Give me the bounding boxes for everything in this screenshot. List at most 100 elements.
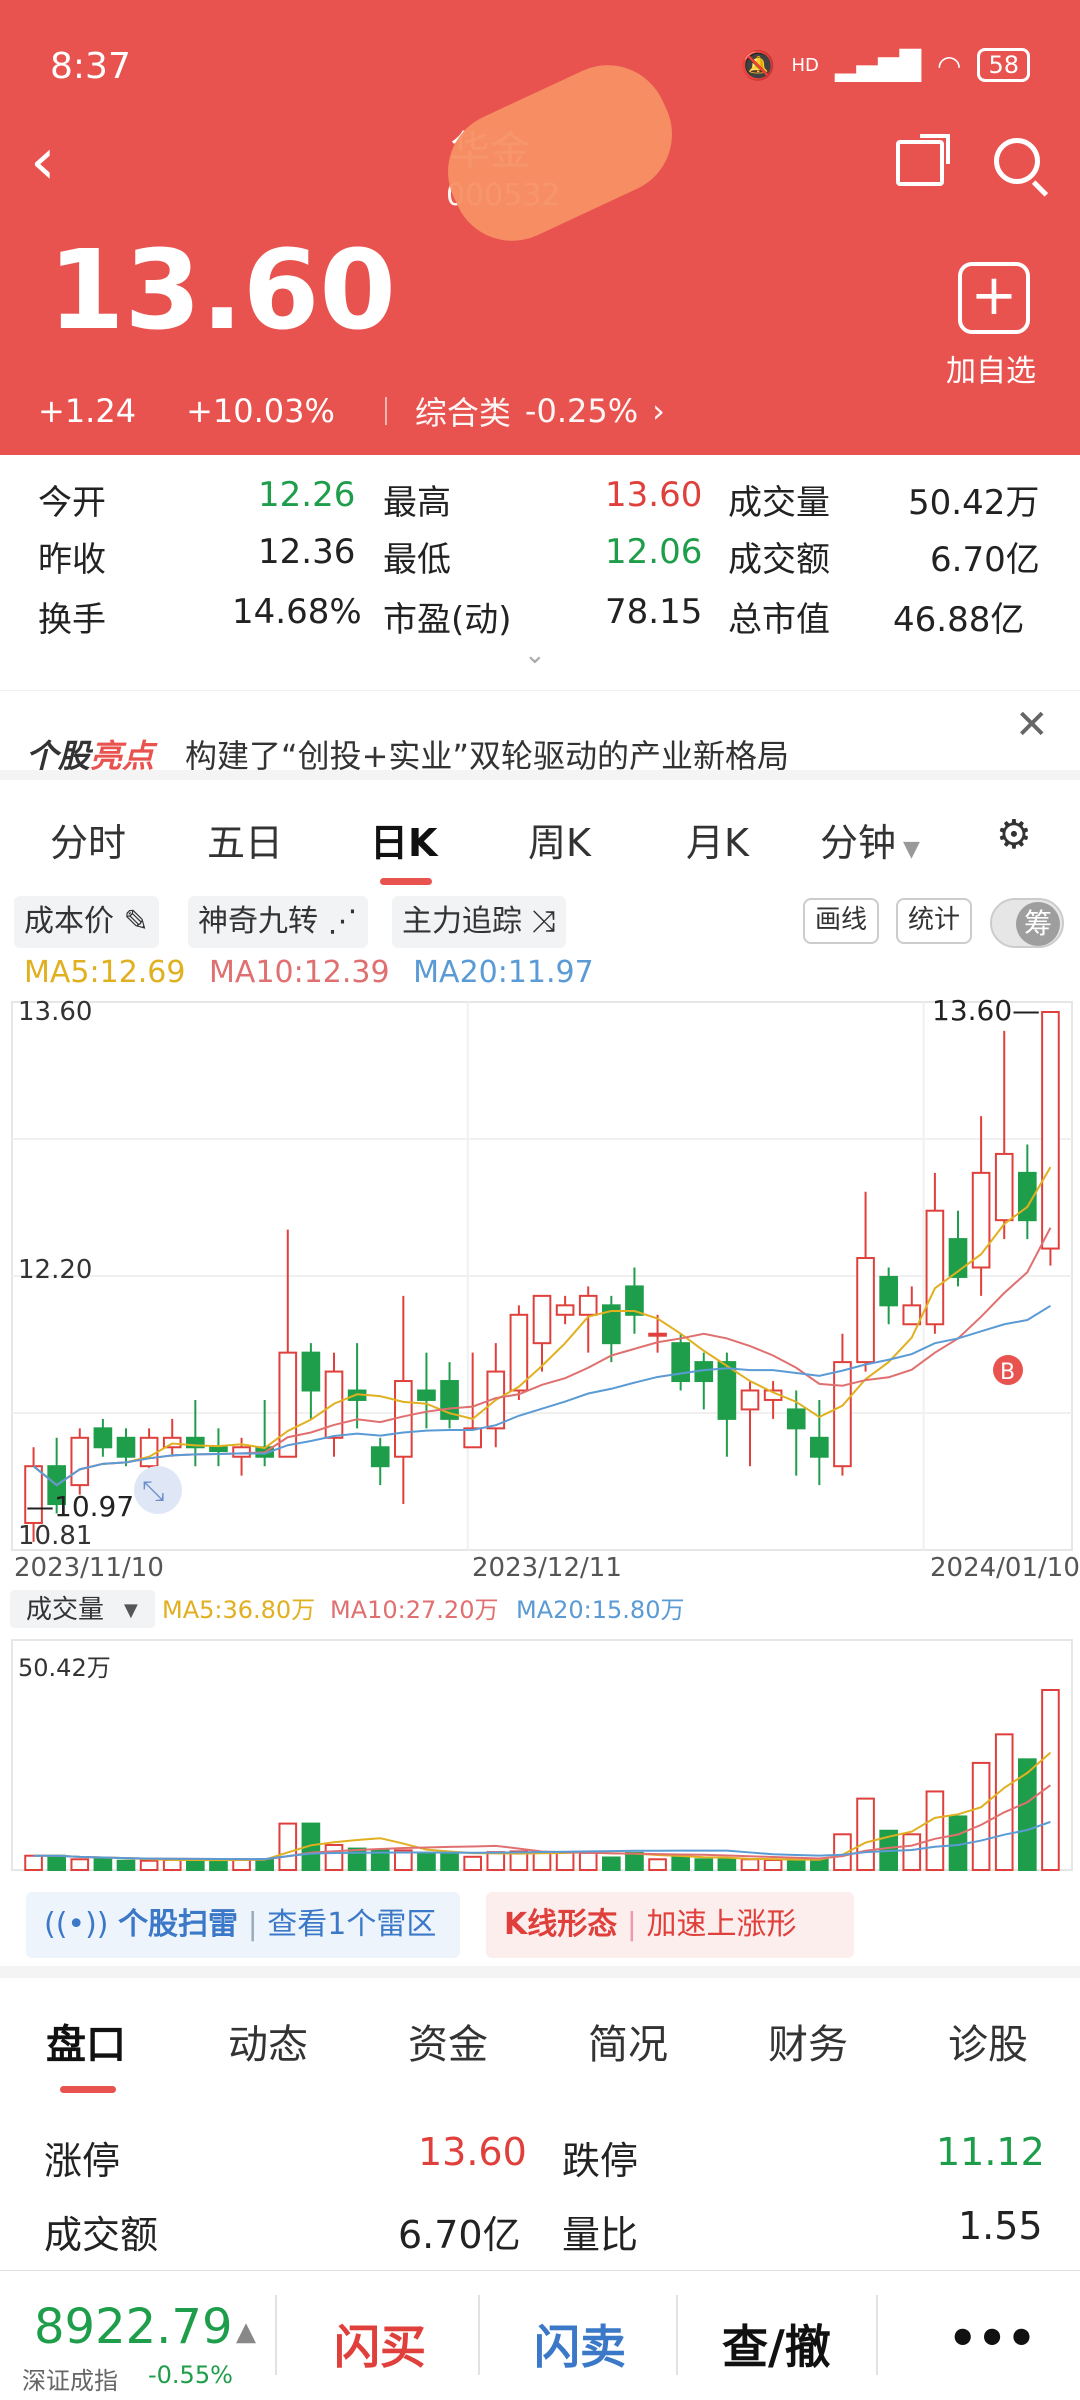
volume-bar (810, 1859, 829, 1872)
candle-body (810, 1436, 829, 1458)
expand-chevron-icon[interactable]: ⌄ (524, 640, 546, 670)
chip-toggle[interactable]: 筹 (990, 898, 1064, 948)
high-mark-label: 13.60— (932, 994, 1040, 1027)
gear-icon[interactable]: ⚙ (996, 812, 1032, 858)
status-icons: 🔕 HD ▂▄▆█ ◠ 58 (741, 48, 1030, 82)
footer-divider (676, 2295, 678, 2375)
magic-nine-tool[interactable]: 神奇九转 ⋰ (188, 896, 368, 948)
stock-detail-page: 8:37 🔕 HD ▂▄▆█ ◠ 58 ‹ 华金 000532 13.60 + … (0, 0, 1080, 2400)
quote-value: 14.68% (232, 592, 362, 632)
volume-bar (139, 1859, 159, 1871)
volume-bar (47, 1854, 66, 1872)
sector-pct: -0.25% (524, 392, 639, 430)
add-watchlist-label[interactable]: 加自选 (946, 346, 1036, 390)
quick-buy-button[interactable]: 闪买 (334, 2311, 426, 2377)
status-time: 8:37 (50, 46, 131, 87)
chevron-right-icon: › (652, 392, 665, 430)
tab-weekly-k[interactable]: 周K (528, 812, 591, 867)
quote-label: 昨收 (38, 540, 106, 580)
index-name: 深证成指 (22, 2367, 118, 2395)
volume-bar (994, 1733, 1014, 1871)
quote-label: 换手 (38, 600, 106, 640)
ma10-label: MA10:12.39 (209, 955, 390, 990)
quote-row: 昨收 12.36 最低 12.06 成交额 6.70亿 (0, 532, 1080, 592)
volume-bar (971, 1761, 991, 1872)
volume-top-tick: 50.42万 (18, 1654, 111, 1682)
quote-label: 成交量 (728, 483, 830, 523)
tab-minute[interactable]: 分钟 ▼ (820, 812, 920, 867)
buy-signal-label: B (1000, 1360, 1015, 1385)
quote-label: 总市值 (728, 600, 830, 640)
candle-body (994, 1152, 1014, 1222)
quote-row: 今开 12.26 最高 13.60 成交量 50.42万 (0, 475, 1080, 535)
tab-diagnosis[interactable]: 诊股 (948, 2012, 1028, 2070)
quick-sell-button[interactable]: 闪卖 (534, 2311, 626, 2377)
date-tick-start: 2023/11/10 (14, 1553, 164, 1583)
tab-five-day[interactable]: 五日 (207, 812, 283, 867)
main-force-tool[interactable]: 主力追踪 ⤨ (392, 896, 566, 948)
volume-bar (786, 1859, 806, 1872)
tab-news[interactable]: 动态 (228, 2012, 308, 2070)
quote-value: 12.26 (258, 475, 356, 515)
draw-line-button[interactable]: 画线 (803, 898, 880, 944)
kline-pattern-card[interactable]: K线形态 | 加速上涨形 (486, 1892, 854, 1958)
tab-daily-k[interactable]: 日K (370, 812, 437, 867)
sector-link[interactable]: 综合类 -0.25% › (384, 388, 665, 434)
quote-label: 市盈(动) (383, 600, 512, 640)
tab-monthly-k[interactable]: 月K (686, 812, 749, 867)
signal-icon: ▂▄▆█ (834, 48, 922, 82)
volume-bar (925, 1790, 945, 1871)
kline-chart[interactable]: 13.60 12.20 10.81 —10.97 13.60— 2023/11/… (0, 990, 1080, 1890)
statistics-button[interactable]: 统计 (896, 898, 973, 944)
current-price: 13.60 (48, 226, 396, 354)
tab-profile[interactable]: 简况 (588, 2012, 668, 2070)
footer-divider (478, 2295, 480, 2375)
tab-intraday[interactable]: 分时 (50, 812, 126, 867)
footer-divider (876, 2295, 878, 2375)
price-tick-top: 13.60 (18, 997, 92, 1027)
ma-legend: MA5:12.69 MA10:12.39 MA20:11.97 (24, 955, 608, 990)
limit-down-label: 跌停 (562, 2139, 639, 2183)
triangle-up-icon: ▲ (236, 2317, 256, 2347)
search-icon[interactable] (994, 138, 1040, 184)
volume-bar (602, 1856, 621, 1871)
tab-handicap[interactable]: 盘口 (46, 2012, 126, 2070)
index-value[interactable]: 8922.79 (34, 2299, 233, 2355)
index-change: -0.55% (148, 2361, 233, 2389)
edit-icon: ✎ (123, 904, 149, 939)
handicap-panel: 涨停 13.60 跌停 11.12 成交额 6.70亿 量比 1.55 (0, 2100, 1080, 2270)
volume-bar (278, 1822, 298, 1871)
volume-bar (232, 1859, 251, 1872)
tab-finance[interactable]: 财务 (768, 2012, 848, 2070)
volume-bar (116, 1859, 136, 1871)
volume-ratio-label: 量比 (562, 2213, 639, 2257)
shuffle-icon: ⤨ (531, 904, 556, 939)
volume-bar (255, 1858, 274, 1872)
query-cancel-button[interactable]: 查/撤 (722, 2311, 831, 2377)
more-icon[interactable]: ••• (948, 2311, 1036, 2365)
active-tab-indicator (380, 878, 432, 885)
volume-bar (24, 1854, 43, 1872)
quote-value: 13.60 (605, 475, 703, 515)
back-icon[interactable]: ‹ (30, 130, 56, 194)
quote-value: 12.06 (605, 532, 703, 572)
cost-price-tool[interactable]: 成本价 ✎ (14, 896, 159, 948)
volume-bar (763, 1859, 783, 1872)
add-watchlist-icon[interactable]: + (958, 262, 1030, 334)
risk-scan-card[interactable]: ((•)) 个股扫雷 | 查看1个雷区 (26, 1892, 460, 1958)
volume-bar (532, 1851, 552, 1872)
candle-body (578, 1294, 598, 1316)
news-banner[interactable]: 个股亮点 构建了“创投+实业”双轮驱动的产业新格局 (0, 690, 1080, 775)
volume-bar (417, 1852, 436, 1871)
tab-funds[interactable]: 资金 (408, 2012, 488, 2070)
share-nodes-icon: ⋰ (327, 904, 358, 939)
section-divider (0, 1966, 1080, 1978)
chart-grid (11, 1001, 1073, 1871)
candle-body (463, 1427, 482, 1449)
radar-icon: ((•)) (44, 1907, 109, 1942)
candle-body (370, 1446, 390, 1468)
close-icon[interactable]: ✕ (1015, 702, 1049, 748)
date-tick-mid: 2023/12/11 (472, 1553, 622, 1583)
share-icon[interactable] (896, 140, 944, 186)
limit-up-value: 13.60 (418, 2130, 527, 2174)
